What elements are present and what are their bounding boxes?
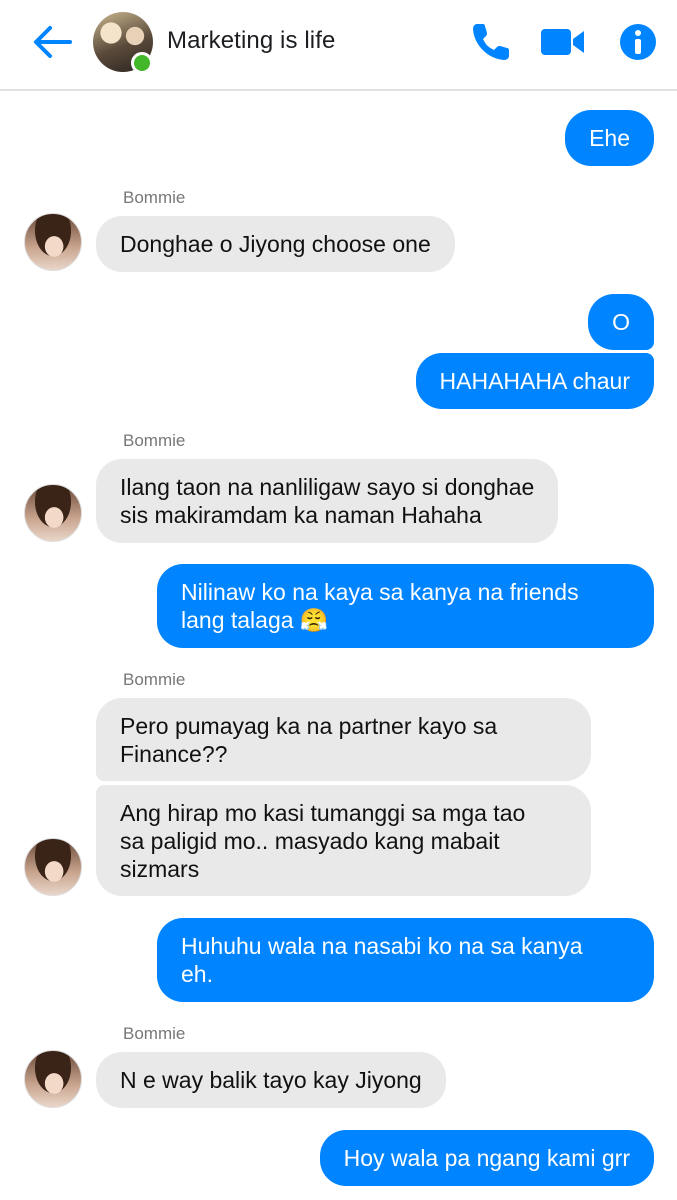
incoming-message[interactable]: Donghae o Jiyong choose one	[96, 216, 455, 272]
message-list[interactable]: Ehe Bommie Donghae o Jiyong choose one O…	[0, 93, 677, 1200]
sender-avatar[interactable]	[24, 838, 82, 896]
info-icon[interactable]	[614, 18, 662, 66]
sender-avatar[interactable]	[24, 484, 82, 542]
incoming-message[interactable]: Ang hirap mo kasi tumanggi sa mga tao sa…	[96, 785, 591, 896]
phone-icon[interactable]	[467, 18, 515, 66]
incoming-message[interactable]: Ilang taon na nanliligaw sayo si donghae…	[96, 459, 559, 543]
outgoing-message[interactable]: Hoy wala pa ngang kami grr	[319, 1130, 654, 1186]
back-arrow-icon[interactable]	[30, 22, 74, 62]
incoming-message[interactable]: N e way balik tayo kay Jiyong	[96, 1052, 446, 1108]
online-status-dot	[131, 52, 153, 74]
sender-avatar[interactable]	[24, 1050, 82, 1108]
sender-name: Bommie	[123, 188, 186, 207]
chat-header: Marketing is life	[0, 0, 677, 91]
outgoing-message[interactable]: O	[588, 294, 654, 350]
outgoing-message[interactable]: Nilinaw ko na kaya sa kanya na friends l…	[157, 564, 654, 648]
sender-name: Bommie	[123, 431, 186, 450]
chat-title[interactable]: Marketing is life	[167, 27, 335, 55]
sender-name: Bommie	[123, 1024, 186, 1043]
incoming-message[interactable]: Pero pumayag ka na partner kayo sa Finan…	[96, 698, 591, 781]
sender-name: Bommie	[123, 670, 186, 689]
sender-avatar[interactable]	[24, 213, 82, 271]
outgoing-message[interactable]: Huhuhu wala na nasabi ko na sa kanya eh.	[157, 918, 654, 1002]
video-camera-icon[interactable]	[538, 18, 586, 66]
outgoing-message[interactable]: HAHAHAHA chaur	[415, 353, 654, 409]
outgoing-message[interactable]: Ehe	[565, 110, 654, 166]
